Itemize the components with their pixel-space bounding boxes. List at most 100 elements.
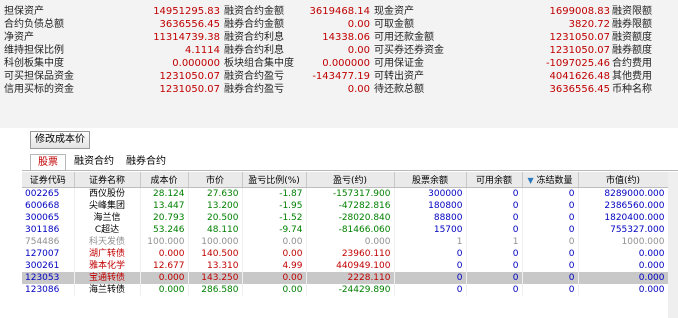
cell-pl: -81466.060 xyxy=(306,224,395,236)
table-row[interactable]: 301186 C超达 53.246 48.110 -9.74 -81466.060 1570… xyxy=(22,224,669,236)
summary-value: 14338.06 xyxy=(322,32,370,43)
cell-market-value: 0.000 xyxy=(578,260,669,272)
cell-pl-pct: 0.00 xyxy=(242,272,307,284)
cell-code: 300065 xyxy=(22,212,75,224)
cell-available: 0 xyxy=(466,212,523,224)
summary-value: 4041626.48 xyxy=(549,71,610,82)
cell-code: 127007 xyxy=(22,248,75,260)
summary-value: 0.000000 xyxy=(172,58,220,69)
cell-pl-pct: 4.99 xyxy=(242,260,307,272)
cell-available: 0 xyxy=(466,272,523,284)
cell-pl-pct: 0.00 xyxy=(242,284,307,296)
summary-label: 融资额度 xyxy=(612,32,652,43)
summary-label: 维持担保比例 xyxy=(4,45,64,56)
tab-financing-contracts[interactable]: 融资合约 xyxy=(70,154,118,169)
cell-pl-pct: -1.87 xyxy=(242,187,307,200)
col-header-pl-pct[interactable]: 盈亏比例(%) xyxy=(242,172,307,188)
summary-label: 可转出资产 xyxy=(374,71,424,82)
cell-pl-pct: 0.00 xyxy=(242,248,307,260)
cell-balance: 0 xyxy=(394,248,467,260)
table-row[interactable]: 127007 湖广转债 0.000 140.500 0.00 23960.110 0 0 0 0.… xyxy=(22,248,669,260)
cell-available: 0 xyxy=(466,187,523,200)
summary-value: 4.1114 xyxy=(185,45,220,56)
summary-value: 1231050.07 xyxy=(549,32,610,43)
cell-frozen: 0 xyxy=(522,212,579,224)
summary-label: 融券额度 xyxy=(612,45,652,56)
cell-name: 尖峰集团 xyxy=(74,200,141,212)
modify-cost-button[interactable]: 修改成本价 xyxy=(30,131,90,149)
cell-code: 600668 xyxy=(22,200,75,212)
cell-pl-pct: -1.52 xyxy=(242,212,307,224)
cell-pl: -157317.900 xyxy=(306,187,395,200)
cell-balance: 1 xyxy=(394,236,467,248)
table-row[interactable]: 754486 科天发债 100.000 100.000 0.00 0.000 1 1 0 1000… xyxy=(22,236,669,248)
summary-label: 融券合约盈亏 xyxy=(224,84,284,95)
tab-stocks[interactable]: 股票 xyxy=(30,154,66,171)
col-header-frozen[interactable]: ▼ 冻结数量 xyxy=(522,172,579,188)
summary-label: 合约负债总额 xyxy=(4,19,64,30)
cell-code: 123053 xyxy=(22,272,75,284)
summary-label: 合约费用 xyxy=(612,58,652,69)
cell-market-value: 2386560.000 xyxy=(578,200,669,212)
summary-label: 融资合约利息 xyxy=(224,32,284,43)
cell-balance: 180800 xyxy=(394,200,467,212)
cell-balance: 0 xyxy=(394,284,467,296)
summary-label: 可用还款金额 xyxy=(374,32,434,43)
summary-value: 11314739.38 xyxy=(153,32,220,43)
cell-price: 140.500 xyxy=(188,248,243,260)
table-row[interactable]: 300261 雅本化学 12.677 13.310 4.99 440949.100 0 0 0 0… xyxy=(22,260,669,272)
cell-pl: 23960.110 xyxy=(306,248,395,260)
cell-balance: 0 xyxy=(394,272,467,284)
cell-price: 286.580 xyxy=(188,284,243,296)
cell-cost: 100.000 xyxy=(140,236,189,248)
summary-label: 其他费用 xyxy=(612,71,652,82)
summary-label: 融券合约金额 xyxy=(224,19,284,30)
col-header-cost[interactable]: 成本价 xyxy=(140,172,189,188)
table-row[interactable]: 123053 宝通转债 0.000 143.250 0.00 2228.110 0 0 0 0.0… xyxy=(22,272,669,284)
col-header-available[interactable]: 可用余额 xyxy=(466,172,523,188)
summary-value: 3636556.45 xyxy=(159,19,220,30)
col-header-name[interactable]: 证券名称 xyxy=(74,172,141,188)
summary-value: 14951295.83 xyxy=(153,6,220,17)
table-row[interactable]: 002265 西仪股份 28.124 27.630 -1.87 -157317.900 30… xyxy=(22,187,669,200)
vertical-scrollbar[interactable] xyxy=(668,172,678,318)
col-header-balance[interactable]: 股票余额 xyxy=(394,172,467,188)
cell-cost: 20.793 xyxy=(140,212,189,224)
tab-securities-lending-contracts[interactable]: 融券合约 xyxy=(122,154,170,169)
col-header-market-value[interactable]: 市值(约) xyxy=(578,172,669,188)
summary-label: 净资产 xyxy=(4,32,34,43)
cell-pl: 440949.100 xyxy=(306,260,395,272)
table-row[interactable]: 123086 海兰转债 0.000 286.580 0.00 -24429.890 0 0 0 0… xyxy=(22,284,669,296)
cell-name: 湖广转债 xyxy=(74,248,141,260)
cell-cost: 28.124 xyxy=(140,187,189,200)
summary-value: 0.00 xyxy=(347,84,370,95)
table-row[interactable]: 600668 尖峰集团 13.447 13.200 -1.95 -47282.816 180… xyxy=(22,200,669,212)
col-header-price[interactable]: 市价 xyxy=(188,172,243,188)
summary-label: 信用买标的资金 xyxy=(4,84,74,95)
cell-code: 123086 xyxy=(22,284,75,296)
summary-value: 0.00 xyxy=(347,45,370,56)
cell-market-value: 8289000.000 xyxy=(578,187,669,200)
cell-balance: 0 xyxy=(394,260,467,272)
cell-available: 0 xyxy=(466,200,523,212)
col-header-pl[interactable]: 盈亏(约) xyxy=(306,172,395,188)
table-header-row: 证券代码 证券名称 成本价 市价 盈亏比例(%) 盈亏(约) 股票余额 可用余额… xyxy=(22,172,669,188)
summary-label: 融资限额 xyxy=(612,6,652,17)
cell-frozen: 0 xyxy=(522,284,579,296)
cell-name: 海兰信 xyxy=(74,212,141,224)
cell-available: 1 xyxy=(466,236,523,248)
summary-label: 可买券还券资金 xyxy=(374,45,444,56)
cell-frozen: 0 xyxy=(522,200,579,212)
sort-down-icon[interactable]: ▼ xyxy=(527,176,533,185)
cell-market-value: 1820400.000 xyxy=(578,212,669,224)
cell-price: 13.200 xyxy=(188,200,243,212)
cell-code: 300261 xyxy=(22,260,75,272)
positions-table: 证券代码 证券名称 成本价 市价 盈亏比例(%) 盈亏(约) 股票余额 可用余额… xyxy=(22,172,669,296)
col-header-code[interactable]: 证券代码 xyxy=(22,172,75,188)
cell-price: 100.000 xyxy=(188,236,243,248)
summary-value: 3619468.14 xyxy=(309,6,370,17)
cell-market-value: 755327.000 xyxy=(578,224,669,236)
cell-name: 西仪股份 xyxy=(74,187,141,200)
cell-frozen: 0 xyxy=(522,236,579,248)
table-row[interactable]: 300065 海兰信 20.793 20.500 -1.52 -28020.840 8880… xyxy=(22,212,669,224)
